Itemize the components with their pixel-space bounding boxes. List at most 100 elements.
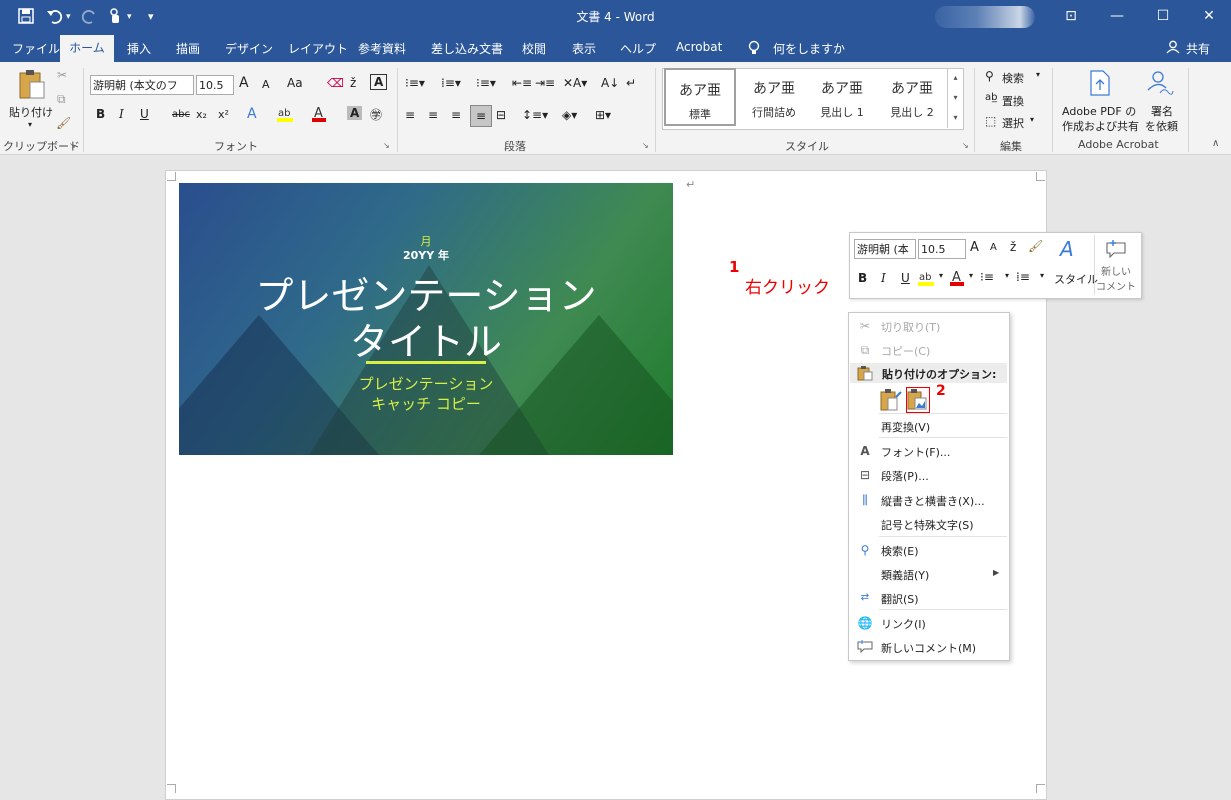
mini-shrink-font-button[interactable]: A [990,242,997,253]
paste-button-label[interactable]: 貼り付け [9,104,53,120]
shading-icon[interactable]: ◈▾ [562,108,577,122]
mini-numbering-dropdown-icon[interactable]: ▾ [1040,271,1044,280]
highlight-icon[interactable]: ab [277,105,293,123]
create-pdf-icon[interactable] [1088,70,1112,96]
mini-new-comment-line1[interactable]: 新しい [1101,263,1131,278]
line-spacing-icon[interactable]: ↕≡▾ [522,108,548,122]
show-marks-icon[interactable]: ↵ [626,76,636,90]
menu-item-link[interactable]: 🌐 リンク(I) [849,612,1009,634]
request-signature-line2[interactable]: を依頼 [1145,118,1178,134]
mini-font-color-dropdown-icon[interactable]: ▾ [969,271,973,280]
menu-item-font[interactable]: A フォント(F)... [849,440,1009,462]
mini-highlight-icon[interactable]: ab [918,269,934,287]
tab-design[interactable]: デザイン [225,40,273,57]
paste-keep-source-formatting-button[interactable] [879,387,903,413]
minimize-button[interactable]: — [1102,6,1132,26]
mini-grow-font-button[interactable]: A [970,240,979,255]
mini-new-comment-icon[interactable] [1105,238,1127,258]
mini-format-painter-icon[interactable]: 🖌 [1028,239,1043,253]
phonetic-guide-icon[interactable]: ž [350,76,356,90]
find-dropdown-icon[interactable]: ▾ [1036,70,1040,79]
menu-item-symbols[interactable]: 記号と特殊文字(S) [849,513,1009,535]
font-name-combo[interactable]: 游明朝 (本文のフ [90,75,194,95]
mini-underline-button[interactable]: U [901,271,910,285]
format-painter-icon[interactable]: 🖌 [56,116,71,130]
enclose-characters-icon[interactable]: ㊫ [370,106,382,123]
select-button[interactable]: 選択 [1002,115,1024,131]
mini-phonetic-icon[interactable]: ž [1010,240,1016,254]
style-heading-2[interactable]: あア亜 見出し 2 [876,68,948,126]
mini-styles-icon[interactable]: A [1060,237,1074,261]
clipboard-launcher-icon[interactable]: ↘ [69,141,76,150]
mini-italic-button[interactable]: I [881,271,886,285]
grow-font-button[interactable]: A [239,75,249,91]
distributed-icon[interactable]: ⊟ [496,108,506,122]
close-button[interactable]: ✕ [1194,6,1224,26]
tab-acrobat[interactable]: Acrobat [676,40,722,54]
mini-numbering-icon[interactable]: ⁞≡ [1016,270,1030,284]
mini-bullets-dropdown-icon[interactable]: ▾ [1005,271,1009,280]
tab-draw[interactable]: 描画 [176,40,200,57]
mini-bullets-icon[interactable]: ⁝≡ [980,270,994,284]
tab-help[interactable]: ヘルプ [620,40,656,57]
tab-mailings[interactable]: 差し込み文書 [431,40,503,57]
style-no-spacing[interactable]: あア亜 行間詰め [738,68,810,126]
share-button[interactable]: 共有 [1186,40,1210,57]
subscript-button[interactable]: x₂ [196,108,207,121]
font-size-combo[interactable]: 10.5 [196,75,234,95]
mini-size-combo[interactable]: 10.5 [918,239,966,259]
tab-view[interactable]: 表示 [572,40,596,57]
shrink-font-button[interactable]: A [262,78,270,91]
select-dropdown-icon[interactable]: ▾ [1030,115,1034,124]
text-effects-icon[interactable]: A [247,106,257,122]
menu-item-translate[interactable]: ⇄ 翻訳(S) [849,587,1009,609]
mini-font-color-icon[interactable]: A [950,269,964,287]
menu-item-search[interactable]: ⚲ 検索(E) [849,539,1009,561]
paste-icon[interactable] [18,68,46,100]
underline-button[interactable]: U [140,107,149,121]
align-center-icon[interactable]: ≡ [428,108,438,122]
character-shading-icon[interactable]: A [347,106,363,120]
menu-item-paragraph[interactable]: ⊟ 段落(P)... [849,464,1009,486]
menu-item-new-comment[interactable]: 新しいコメント(M) [849,636,1009,658]
bold-button[interactable]: B [96,107,105,121]
style-heading-1[interactable]: あア亜 見出し 1 [806,68,878,126]
clear-formatting-icon[interactable]: ⌫ [327,76,344,90]
paragraph-launcher-icon[interactable]: ↘ [642,141,649,150]
request-signature-icon[interactable] [1146,70,1174,96]
ribbon-display-options-icon[interactable]: ⊡ [1056,6,1086,26]
maximize-button[interactable]: ☐ [1148,6,1178,26]
strikethrough-button[interactable]: abc [172,109,190,120]
paste-as-picture-button[interactable] [906,387,930,413]
borders-icon[interactable]: ⊞▾ [595,108,611,122]
create-pdf-line2[interactable]: 作成および共有 [1062,118,1139,134]
change-case-button[interactable]: Aa [287,76,303,90]
mini-font-combo[interactable]: 游明朝 (本 [854,239,916,259]
mini-new-comment-line2[interactable]: コメント [1096,278,1136,293]
styles-launcher-icon[interactable]: ↘ [962,141,969,150]
decrease-indent-icon[interactable]: ⇤≡ [512,76,532,90]
menu-item-reconvert[interactable]: 再変換(V) [849,415,1009,437]
pasted-slide-image[interactable]: 月 20YY 年 プレゼンテーション タイトル プレゼンテーション キャッチ コ… [179,183,673,455]
font-launcher-icon[interactable]: ↘ [383,141,390,150]
tab-home[interactable]: ホーム [60,35,114,62]
styles-scroll[interactable]: ▴ ▾ ▾ [947,68,963,128]
align-left-icon[interactable]: ≡ [405,108,415,122]
mini-bold-button[interactable]: B [858,271,867,285]
menu-item-thesaurus[interactable]: 類義語(Y) ▶ [849,563,1009,585]
asian-layout-icon[interactable]: ✕A▾ [563,76,587,90]
tab-layout[interactable]: レイアウト [288,40,348,57]
mini-highlight-dropdown-icon[interactable]: ▾ [939,271,943,280]
font-color-icon[interactable]: A [312,105,326,123]
collapse-ribbon-icon[interactable]: ∧ [1212,138,1219,149]
superscript-button[interactable]: x² [218,108,229,121]
bullets-icon[interactable]: ⁝≡▾ [405,76,425,90]
tab-review[interactable]: 校閲 [522,40,546,57]
account-avatar[interactable] [935,6,1035,28]
create-pdf-line1[interactable]: Adobe PDF の [1062,103,1136,119]
style-normal[interactable]: あア亜 標準 [664,68,736,126]
justify-icon[interactable]: ≡ [470,105,492,127]
tell-me-search[interactable]: 何をしますか [773,40,845,57]
tab-references[interactable]: 参考資料 [358,40,406,57]
align-right-icon[interactable]: ≡ [451,108,461,122]
